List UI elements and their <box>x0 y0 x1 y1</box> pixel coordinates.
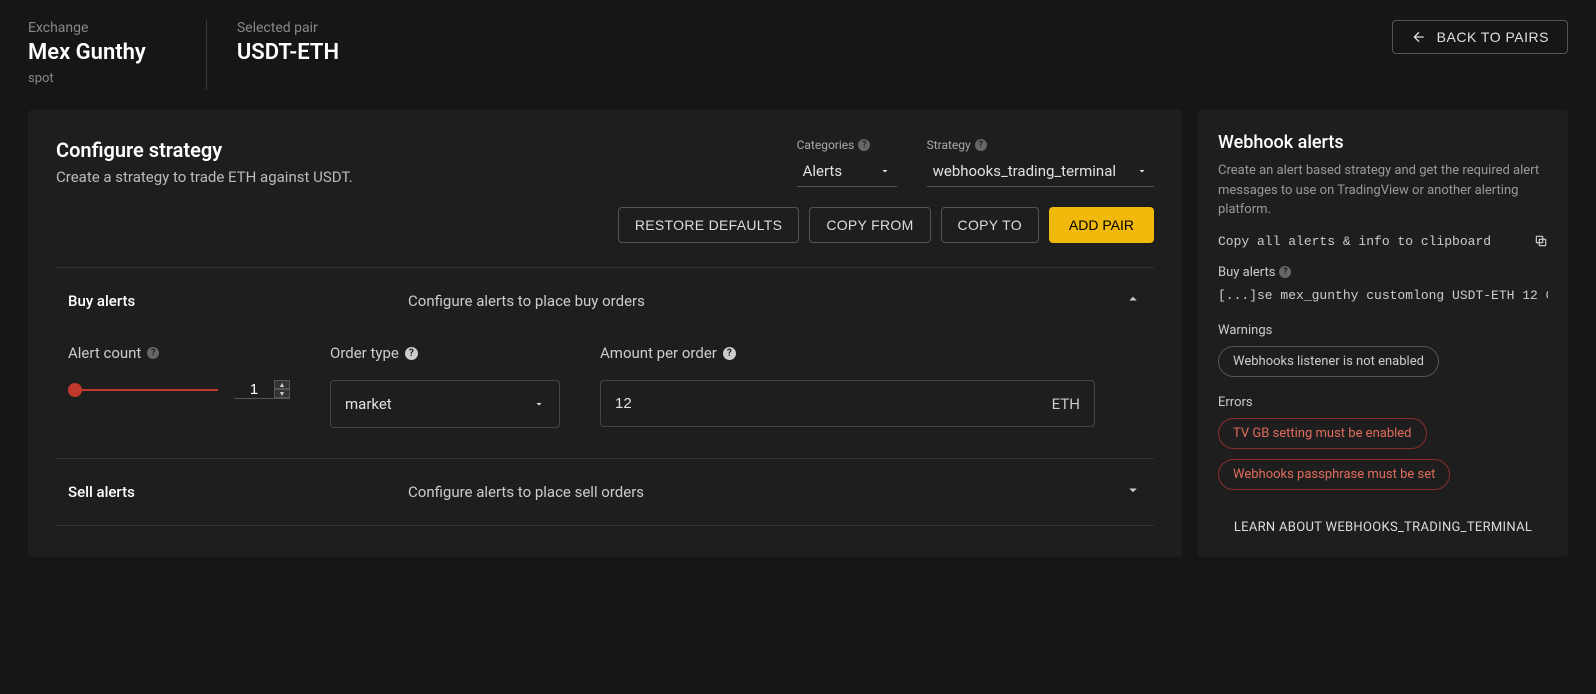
learn-link[interactable]: LEARN ABOUT WEBHOOKS_TRADING_TERMINAL <box>1218 500 1548 535</box>
restore-defaults-button[interactable]: RESTORE DEFAULTS <box>618 207 799 243</box>
help-icon[interactable]: ? <box>147 347 159 359</box>
help-icon[interactable]: ? <box>723 347 736 360</box>
order-type-select[interactable]: market <box>330 380 560 428</box>
pair-value: USDT-ETH <box>237 40 339 65</box>
exchange-sublabel: spot <box>28 71 146 86</box>
help-icon[interactable]: ? <box>975 139 987 151</box>
main-panel: Configure strategy Create a strategy to … <box>28 110 1182 557</box>
alert-count-slider[interactable] <box>68 389 218 391</box>
amount-input[interactable] <box>615 381 1052 426</box>
webhook-desc: Create an alert based strategy and get t… <box>1218 161 1548 220</box>
sell-alerts-title: Sell alerts <box>68 483 408 501</box>
categories-label: Categories ? <box>797 138 897 152</box>
chevron-down-icon <box>533 398 545 410</box>
error-chip: TV GB setting must be enabled <box>1218 418 1427 449</box>
header-divider <box>206 20 207 90</box>
amount-suffix: ETH <box>1052 395 1080 413</box>
exchange-value: Mex Gunthy <box>28 40 146 65</box>
sell-alerts-header[interactable]: Sell alerts Configure alerts to place se… <box>56 459 1154 525</box>
pair-label: Selected pair <box>237 20 339 36</box>
strategy-label: Strategy ? <box>927 138 1154 152</box>
buy-alerts-desc: Configure alerts to place buy orders <box>408 292 1124 310</box>
add-pair-button[interactable]: ADD PAIR <box>1049 207 1154 243</box>
buy-alerts-side-label: Buy alerts ? <box>1218 265 1548 280</box>
warning-chip: Webhooks listener is not enabled <box>1218 346 1439 377</box>
side-panel: Webhook alerts Create an alert based str… <box>1198 110 1568 557</box>
chevron-down-icon <box>879 165 891 177</box>
help-icon[interactable]: ? <box>405 347 418 360</box>
warnings-label: Warnings <box>1218 323 1548 338</box>
chevron-down-icon <box>1124 481 1142 503</box>
alert-count-label: Alert count ? <box>68 344 290 362</box>
amount-label: Amount per order ? <box>600 344 1095 362</box>
error-chip: Webhooks passphrase must be set <box>1218 459 1450 490</box>
copy-from-button[interactable]: COPY FROM <box>809 207 930 243</box>
spinner-down[interactable]: ▼ <box>274 389 290 398</box>
panel-title: Configure strategy <box>56 138 353 162</box>
alert-count-input[interactable] <box>234 381 274 398</box>
exchange-label: Exchange <box>28 20 146 36</box>
copy-to-button[interactable]: COPY TO <box>941 207 1039 243</box>
errors-label: Errors <box>1218 395 1548 410</box>
arrow-left-icon <box>1411 29 1427 45</box>
copy-icon <box>1534 234 1548 248</box>
categories-select[interactable]: Alerts <box>797 158 897 187</box>
help-icon[interactable]: ? <box>858 139 870 151</box>
buy-alerts-title: Buy alerts <box>68 292 408 310</box>
chevron-down-icon <box>1136 165 1148 177</box>
strategy-select[interactable]: webhooks_trading_terminal <box>927 158 1154 187</box>
buy-alerts-header[interactable]: Buy alerts Configure alerts to place buy… <box>56 268 1154 334</box>
webhook-title: Webhook alerts <box>1218 132 1548 153</box>
buy-alerts-code[interactable]: [...]se mex_gunthy customlong USDT-ETH 1… <box>1218 288 1548 303</box>
order-type-label: Order type ? <box>330 344 560 362</box>
copy-all-button[interactable]: Copy all alerts & info to clipboard <box>1218 234 1548 249</box>
spinner-up[interactable]: ▲ <box>274 380 290 389</box>
help-icon[interactable]: ? <box>1279 266 1291 278</box>
back-to-pairs-button[interactable]: BACK TO PAIRS <box>1392 20 1568 54</box>
chevron-up-icon <box>1124 290 1142 312</box>
sell-alerts-desc: Configure alerts to place sell orders <box>408 483 1124 501</box>
panel-subtitle: Create a strategy to trade ETH against U… <box>56 168 353 186</box>
